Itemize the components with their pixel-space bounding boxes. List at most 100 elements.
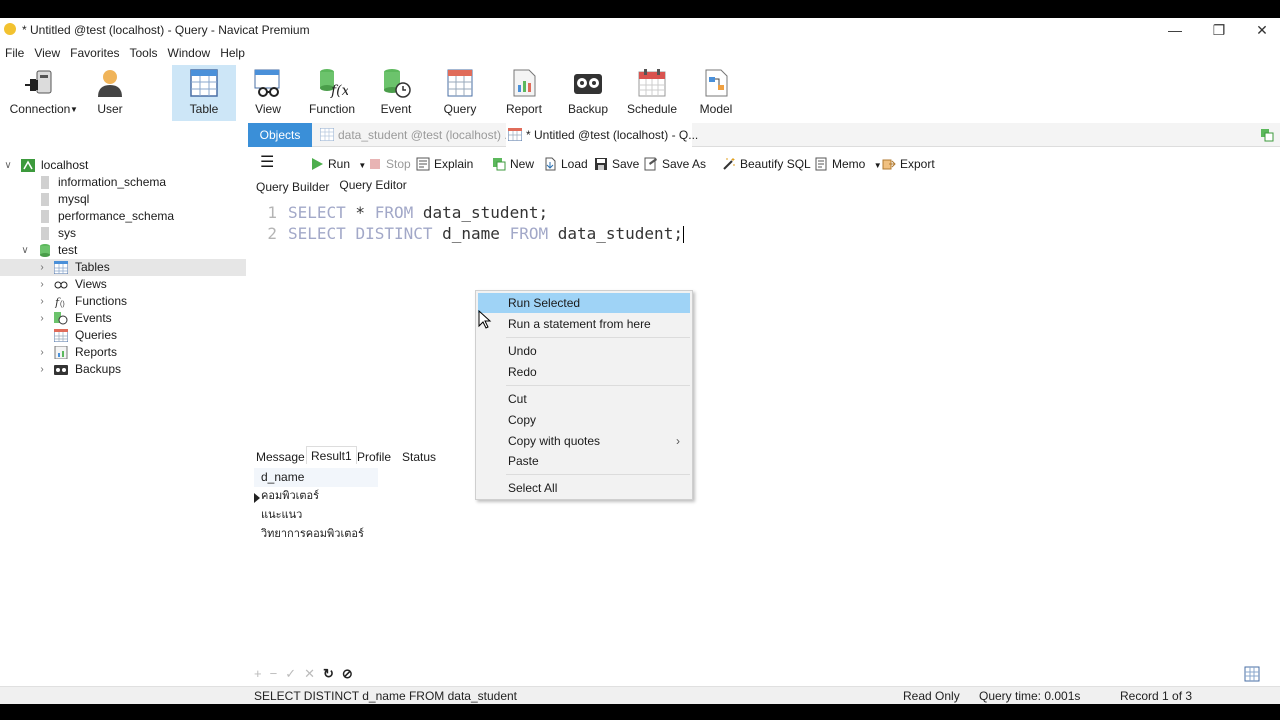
memo-dropdown-icon[interactable]: ▼ [874,161,882,170]
menu-tools[interactable]: Tools [125,44,163,62]
menu-view[interactable]: View [29,44,65,62]
event-button[interactable]: Event [364,65,428,121]
tree-item-queries[interactable]: Queries [0,327,246,344]
events-icon [54,312,68,325]
tree-item-test[interactable]: ∨ test [0,242,246,259]
tab-data-student[interactable]: data_student @test (localhost) ... [318,123,514,147]
tab-status[interactable]: Status [402,448,436,466]
connection-button[interactable]: Connection [7,65,73,121]
tree-item-information-schema[interactable]: information_schema [0,174,246,191]
line-number: 1 [267,203,277,222]
menu-item-select-all[interactable]: Select All [478,478,690,498]
save-as-button[interactable]: Save As [644,155,706,173]
tree-item-reports[interactable]: › Reports [0,344,246,361]
menu-item-run-selected[interactable]: Run Selected [478,293,690,313]
mouse-cursor-icon [478,310,492,329]
delete-record-icon[interactable]: − [270,666,278,682]
view-button[interactable]: View [236,65,300,121]
line-number: 2 [267,224,277,243]
menu-item-copy-with-quotes[interactable]: Copy with quotes › [478,431,690,451]
load-icon [545,157,556,171]
menu-separator [506,385,690,386]
save-button[interactable]: Save [594,155,639,173]
table-row[interactable]: วิทยาการคอมพิวเตอร์ [261,525,364,544]
table-row[interactable]: แนะแนว [261,506,302,525]
close-button[interactable]: ✕ [1247,20,1277,40]
menu-file[interactable]: File [0,44,29,62]
expand-arrow-icon[interactable]: › [37,276,47,293]
table-row[interactable]: คอมพิวเตอร์ [261,487,319,506]
expand-arrow-icon[interactable]: › [37,259,47,276]
tab-untitled-query[interactable]: * Untitled @test (localhost) - Q... [506,123,698,147]
backup-button[interactable]: Backup [556,65,620,121]
explain-icon [416,157,430,171]
tree-item-views[interactable]: › Views [0,276,246,293]
add-object-icon[interactable] [1260,128,1274,142]
collapse-arrow-icon[interactable]: ∨ [3,157,13,174]
load-button[interactable]: Load [543,155,588,173]
tree-item-performance-schema[interactable]: performance_schema [0,208,246,225]
menu-item-undo[interactable]: Undo [478,341,690,361]
apply-changes-icon[interactable]: ✓ [285,666,296,682]
tree-label-mysql: mysql [58,192,90,206]
menu-item-run-from-here[interactable]: Run a statement from here [478,314,690,334]
expand-arrow-icon[interactable]: › [37,344,47,361]
hamburger-menu-icon[interactable]: ☰ [260,155,274,171]
beautify-sql-button[interactable]: Beautify SQL [722,155,811,173]
tab-message[interactable]: Message [256,448,305,466]
export-button[interactable]: Export [882,155,935,173]
table-button[interactable]: Table [172,65,236,121]
report-label: Report [505,102,543,116]
tree-item-tables[interactable]: › Tables [0,259,246,276]
new-query-icon [493,158,506,171]
grid-view-icon[interactable] [1244,666,1260,682]
new-button[interactable]: New [492,155,534,173]
refresh-icon[interactable]: ↻ [323,666,334,682]
menu-window[interactable]: Window [163,44,216,62]
tree-item-events[interactable]: › Events [0,310,246,327]
menu-bar: File View Favorites Tools Window Help [0,44,250,62]
tab-objects[interactable]: Objects [248,123,312,147]
tab-query-editor[interactable]: Query Editor [339,178,406,194]
query-button[interactable]: Query [428,65,492,121]
run-button[interactable]: Run ▼ [310,155,366,173]
schedule-button[interactable]: Schedule [620,65,684,121]
menu-help[interactable]: Help [215,44,250,62]
sql-editor[interactable]: 1 SELECT * FROM data_student; 2 SELECT DIS… [252,202,1272,452]
user-button[interactable]: User [78,65,142,121]
tree-item-localhost[interactable]: ∨ localhost [0,157,246,174]
table-tab-icon [320,128,334,141]
tree-label-functions: Functions [75,294,128,308]
add-record-icon[interactable]: + [254,666,262,682]
report-button[interactable]: Report [492,65,556,121]
tree-item-backups[interactable]: › Backups [0,361,246,378]
function-button[interactable]: f(x) Function [300,65,364,121]
tree-item-sys[interactable]: sys [0,225,246,242]
model-button[interactable]: Model [684,65,748,121]
keyword-distinct: DISTINCT [355,224,433,243]
expand-arrow-icon[interactable]: › [37,361,47,378]
explain-button[interactable]: Explain [416,155,473,173]
tab-query-builder[interactable]: Query Builder [256,180,329,196]
tree-item-functions[interactable]: › f() Functions [0,293,246,310]
expand-arrow-icon[interactable]: › [37,293,47,310]
menu-item-paste[interactable]: Paste [478,451,690,471]
menu-favorites[interactable]: Favorites [65,44,124,62]
stop-loading-icon[interactable]: ⊘ [342,666,353,682]
connection-dropdown-icon[interactable]: ▼ [70,105,78,114]
collapse-arrow-icon[interactable]: ∨ [20,242,30,259]
column-header-d-name[interactable]: d_name [254,468,378,487]
restore-button[interactable]: ❐ [1204,20,1234,40]
tab-profile[interactable]: Profile [357,448,391,466]
memo-button[interactable]: Memo ▼ [814,155,882,173]
discard-changes-icon[interactable]: ✕ [304,666,315,682]
menu-item-redo[interactable]: Redo [478,362,690,382]
menu-item-copy[interactable]: Copy [478,410,690,430]
minimize-button[interactable]: — [1160,20,1190,40]
tree-item-mysql[interactable]: mysql [0,191,246,208]
stop-button[interactable]: Stop [368,155,411,173]
run-dropdown-icon[interactable]: ▼ [358,161,366,170]
tab-result1[interactable]: Result1 [306,446,357,464]
expand-arrow-icon[interactable]: › [37,310,47,327]
menu-item-cut[interactable]: Cut [478,389,690,409]
